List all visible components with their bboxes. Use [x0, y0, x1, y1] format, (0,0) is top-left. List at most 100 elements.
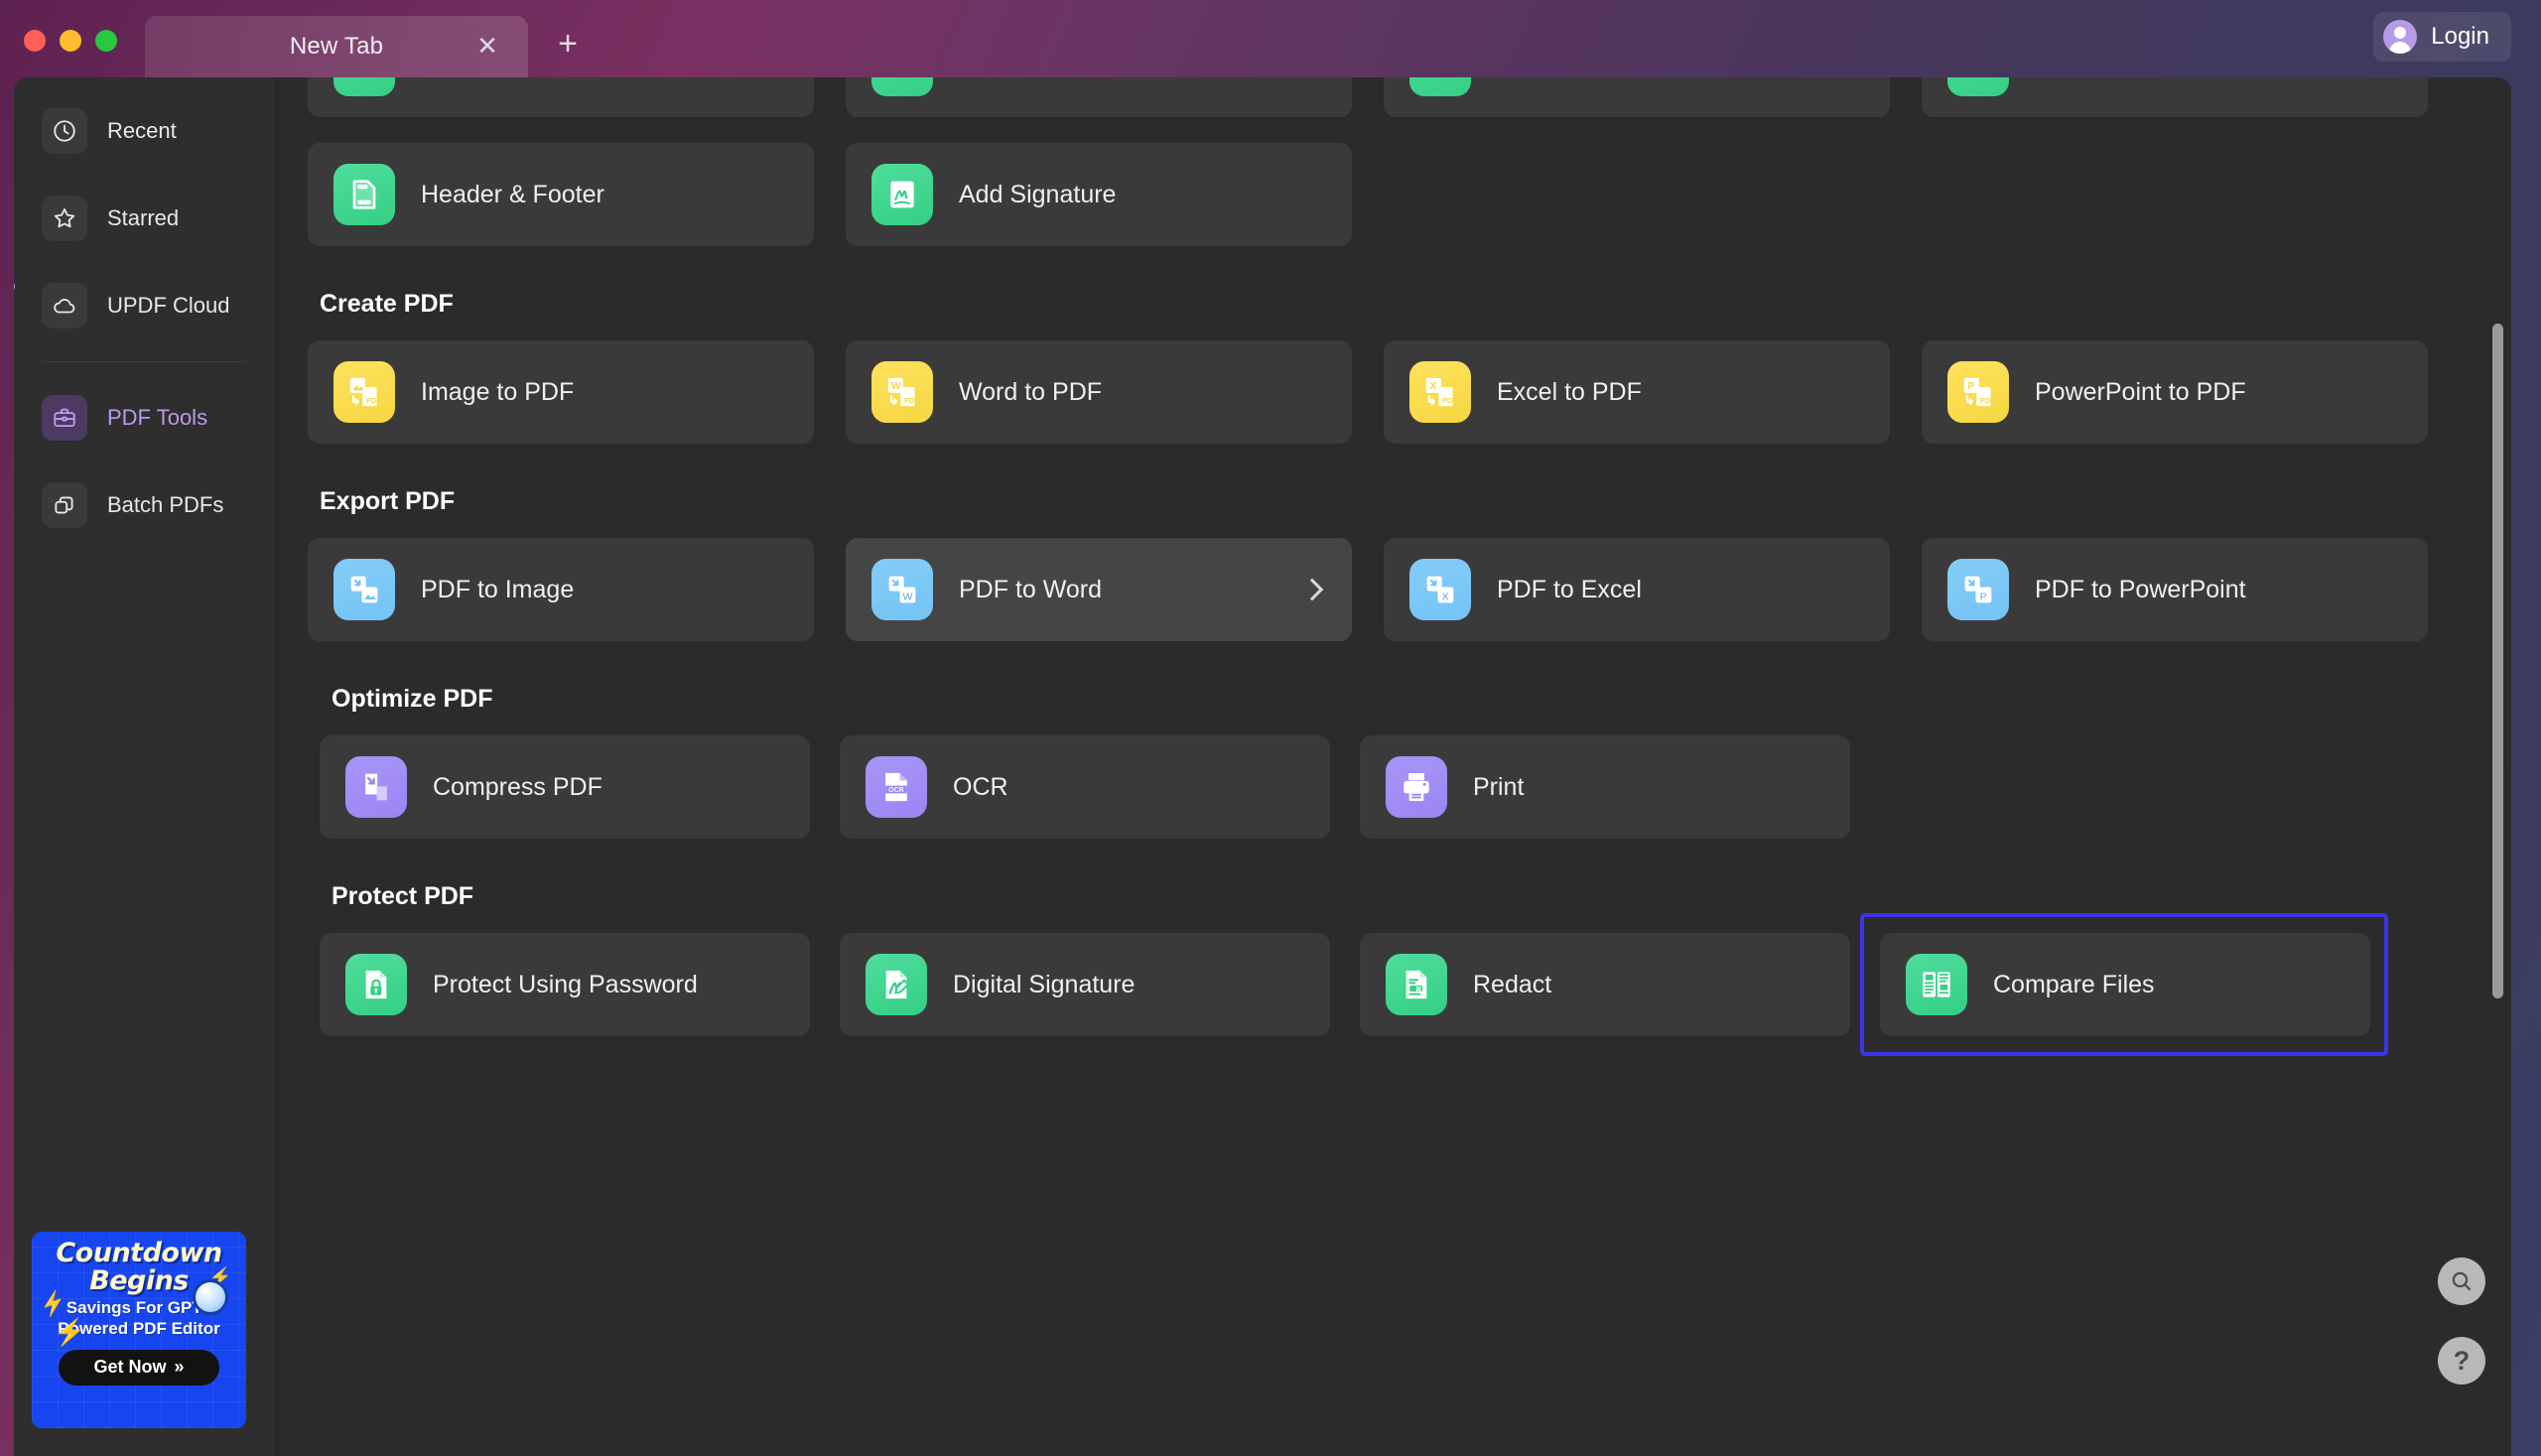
search-icon[interactable]: [2438, 1257, 2485, 1305]
tool-card-pdf-to-image[interactable]: PDF to Image: [308, 538, 814, 641]
edit-text-icon: [334, 77, 395, 96]
sidebar-item-updf-cloud[interactable]: UPDF Cloud: [32, 274, 257, 337]
plus-icon[interactable]: +: [550, 27, 586, 64]
sidebar-item-starred[interactable]: Starred: [32, 187, 257, 250]
pdf-to-image-icon: [334, 559, 395, 620]
compare-files-selection-highlight: Compare Files: [1860, 913, 2388, 1056]
compare-files-icon: [1906, 954, 1967, 1015]
tools-scroll-area[interactable]: Header & Footer Add Signature Create PDF: [276, 77, 2511, 1456]
section-title: Create PDF: [320, 290, 454, 318]
close-window-button[interactable]: [24, 30, 46, 52]
sidebar: Recent Starred UPDF Cloud PDF Tools Batc…: [14, 77, 276, 1456]
section-edit-pdf-clipped: [308, 77, 2511, 117]
tool-card-ocr[interactable]: OCR OCR: [840, 735, 1330, 839]
sidebar-item-label: UPDF Cloud: [107, 293, 230, 318]
chevron-right-icon[interactable]: [1300, 578, 1324, 601]
get-now-button[interactable]: Get Now »: [59, 1349, 219, 1386]
close-icon[interactable]: ✕: [474, 33, 500, 60]
tool-card-header-footer[interactable]: Header & Footer: [308, 143, 814, 246]
tab-label: New Tab: [289, 33, 384, 60]
card-row: Protect Using Password Digital Signature: [308, 913, 2511, 1056]
tool-card-digital-signature[interactable]: Digital Signature: [840, 933, 1330, 1036]
tool-card[interactable]: [846, 77, 1352, 117]
svg-text:P: P: [1968, 381, 1975, 392]
tool-card[interactable]: [1922, 77, 2428, 117]
chevron-right-icon: »: [174, 1357, 185, 1378]
section-protect-pdf: Protect PDF Protect Using Password Digit…: [308, 882, 2511, 1056]
signature-icon: [871, 164, 933, 225]
avatar: [2383, 20, 2418, 54]
sidebar-item-label: Starred: [107, 205, 180, 230]
card-row: PDF to Image W PDF to Word X PDF to Exce…: [308, 538, 2511, 641]
sidebar-item-recent[interactable]: Recent: [32, 99, 257, 163]
layers-icon: [42, 482, 87, 528]
tool-card-label: Compare Files: [1993, 970, 2155, 998]
promo-line2: Begins: [89, 1264, 189, 1296]
tool-card-add-signature[interactable]: Add Signature: [846, 143, 1352, 246]
tool-card[interactable]: [308, 77, 814, 117]
pdf-to-word-icon: W: [871, 559, 933, 620]
svg-text:W: W: [903, 592, 913, 603]
main-content: Header & Footer Add Signature Create PDF: [276, 77, 2511, 1456]
card-row: Header & Footer Add Signature: [308, 143, 2511, 246]
clock-icon: [193, 1279, 228, 1315]
clock-icon: [42, 108, 87, 154]
promo-banner[interactable]: ⚡ ⚡ ⚡ Countdown Begins Savings For GPT4 …: [32, 1232, 246, 1428]
svg-text:PDF: PDF: [366, 396, 381, 405]
tool-card-redact[interactable]: Redact: [1360, 933, 1850, 1036]
tool-card-label: PDF to Word: [959, 575, 1103, 603]
svg-text:PDF: PDF: [1980, 396, 1995, 405]
tool-card-image-to-pdf[interactable]: PDF Image to PDF: [308, 340, 814, 444]
digital-sign-icon: [866, 954, 927, 1015]
scrollbar-thumb[interactable]: [2492, 324, 2503, 998]
svg-text:X: X: [1442, 592, 1449, 603]
tool-card-compare-files[interactable]: Compare Files: [1880, 933, 2370, 1036]
svg-text:W: W: [891, 381, 901, 392]
tab-new-tab[interactable]: New Tab ✕: [145, 16, 528, 77]
tool-card-label: PDF to Excel: [1497, 575, 1642, 603]
minimize-window-button[interactable]: [60, 30, 81, 52]
tool-card-label: PDF to PowerPoint: [2035, 575, 2246, 603]
sidebar-divider: [44, 361, 245, 362]
print-icon: [1386, 756, 1447, 818]
tool-card-label: Header & Footer: [421, 180, 604, 208]
scrollbar-track[interactable]: [2491, 77, 2505, 1456]
sidebar-item-batch-pdfs[interactable]: Batch PDFs: [32, 473, 257, 537]
app-window: Recent Starred UPDF Cloud PDF Tools Batc…: [14, 77, 2511, 1456]
tool-card-label: Digital Signature: [953, 970, 1136, 998]
tool-card-label: Compress PDF: [433, 772, 602, 801]
svg-text:X: X: [1430, 381, 1437, 392]
image-to-pdf-icon: PDF: [334, 361, 395, 423]
sidebar-item-label: PDF Tools: [107, 405, 208, 430]
svg-text:PDF: PDF: [1442, 396, 1457, 405]
login-button[interactable]: Login: [2373, 12, 2511, 62]
tool-card-pdf-to-powerpoint[interactable]: P PDF to PowerPoint: [1922, 538, 2428, 641]
tool-card-pdf-to-word[interactable]: W PDF to Word: [846, 538, 1352, 641]
tool-card-excel-to-pdf[interactable]: X PDF Excel to PDF: [1384, 340, 1890, 444]
tool-card-compress-pdf[interactable]: Compress PDF: [320, 735, 810, 839]
pdf-to-powerpoint-icon: P: [1947, 559, 2009, 620]
pdf-to-excel-icon: X: [1409, 559, 1471, 620]
maximize-window-button[interactable]: [95, 30, 117, 52]
tool-card-powerpoint-to-pdf[interactable]: P PDF PowerPoint to PDF: [1922, 340, 2428, 444]
watermark-icon: [1947, 77, 2009, 96]
card-row: [308, 77, 2511, 117]
tool-card-protect-using-password[interactable]: Protect Using Password: [320, 933, 810, 1036]
help-button[interactable]: ?: [2438, 1337, 2485, 1385]
section-export-pdf: Export PDF PDF to Image W PDF to Word X …: [308, 487, 2511, 641]
word-to-pdf-icon: W PDF: [871, 361, 933, 423]
cloud-icon: [42, 283, 87, 329]
tool-card-print[interactable]: Print: [1360, 735, 1850, 839]
tool-card-word-to-pdf[interactable]: W PDF Word to PDF: [846, 340, 1352, 444]
edit-image-icon: [871, 77, 933, 96]
tool-card-label: Add Signature: [959, 180, 1117, 208]
ocr-icon: OCR: [866, 756, 927, 818]
compress-icon: [345, 756, 407, 818]
sidebar-item-label: Batch PDFs: [107, 492, 224, 517]
tool-card[interactable]: [1384, 77, 1890, 117]
tool-card-pdf-to-excel[interactable]: X PDF to Excel: [1384, 538, 1890, 641]
tool-card-label: Redact: [1473, 970, 1552, 998]
sidebar-item-label: Recent: [107, 118, 177, 143]
sidebar-item-pdf-tools[interactable]: PDF Tools: [32, 386, 257, 450]
tool-card-label: Word to PDF: [959, 377, 1103, 406]
